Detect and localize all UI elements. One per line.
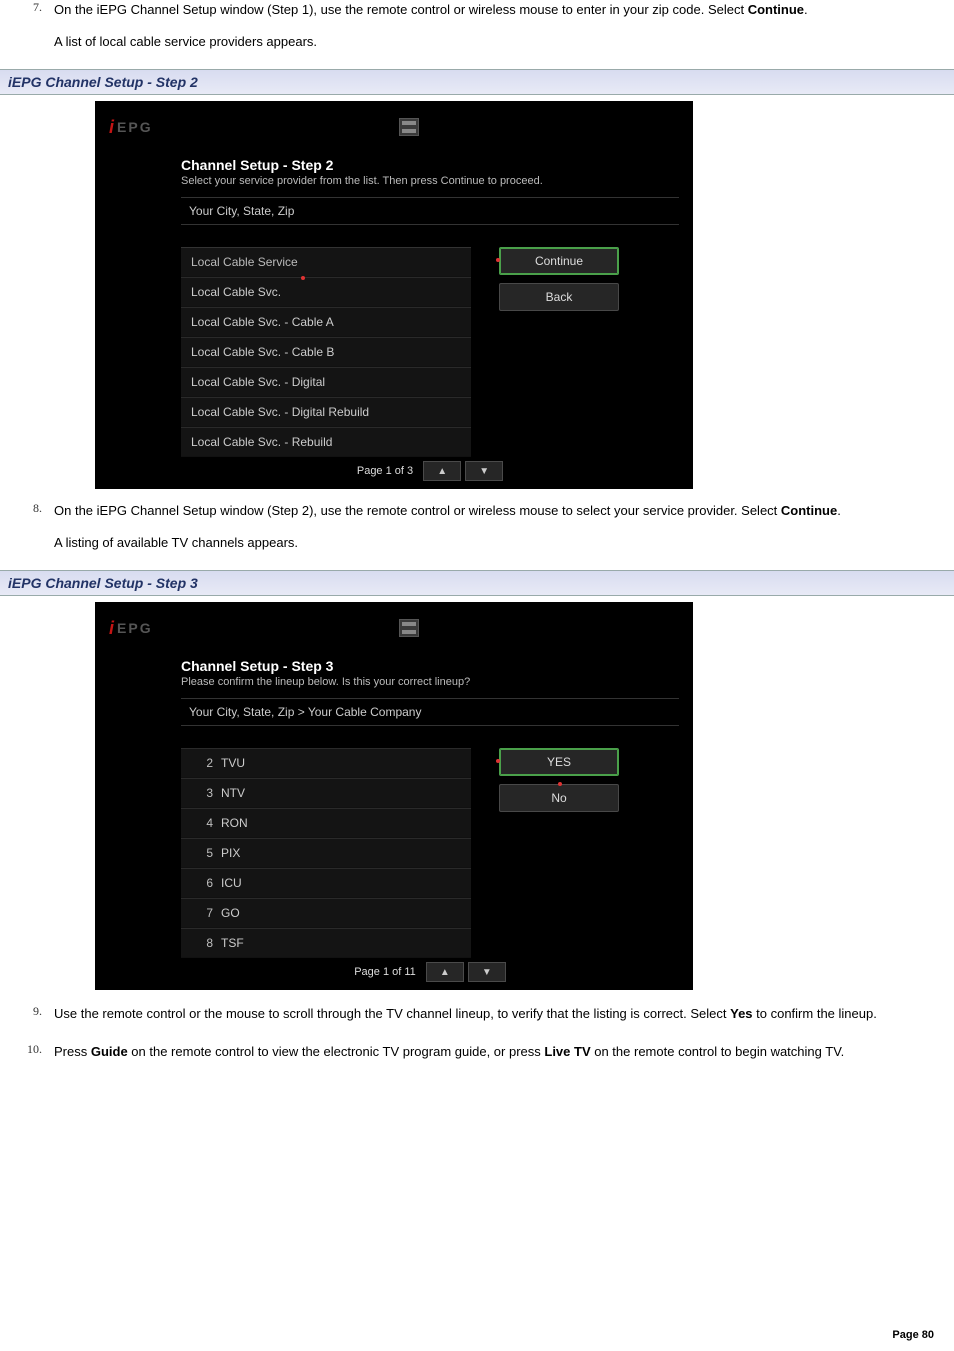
continue-button[interactable]: Continue bbox=[499, 247, 619, 275]
pager-up-button[interactable]: ▲ bbox=[426, 962, 464, 982]
step-text: On the iEPG Channel Setup window (Step 2… bbox=[54, 501, 944, 521]
channel-name: TSF bbox=[221, 936, 244, 950]
button-label: Continue bbox=[535, 254, 583, 268]
channel-item[interactable]: 2 TVU bbox=[181, 748, 471, 778]
channel-item[interactable]: 3 NTV bbox=[181, 778, 471, 808]
text-part: Use the remote control or the mouse to s… bbox=[54, 1006, 730, 1021]
section-header-step3: iEPG Channel Setup - Step 3 bbox=[0, 570, 954, 596]
channel-item[interactable]: 4 RON bbox=[181, 808, 471, 838]
panel3-breadcrumb: Your City, State, Zip > Your Cable Compa… bbox=[181, 698, 679, 726]
channel-num: 6 bbox=[191, 876, 213, 890]
pager-down-button[interactable]: ▼ bbox=[468, 962, 506, 982]
up-icon: ▲ bbox=[440, 967, 450, 978]
channel-item[interactable]: 6 ICU bbox=[181, 868, 471, 898]
step-8-follow: A listing of available TV channels appea… bbox=[54, 533, 944, 553]
channel-item[interactable]: 5 PIX bbox=[181, 838, 471, 868]
provider-item[interactable]: Local Cable Svc. - Rebuild bbox=[181, 427, 471, 457]
back-button[interactable]: Back bbox=[499, 283, 619, 311]
provider-item[interactable]: Local Cable Svc. - Cable B bbox=[181, 337, 471, 367]
channel-name: NTV bbox=[221, 786, 245, 800]
channel-name: PIX bbox=[221, 846, 240, 860]
text-part: on the remote control to begin watching … bbox=[591, 1044, 845, 1059]
step-8: 8. On the iEPG Channel Setup window (Ste… bbox=[10, 501, 944, 521]
panel2-breadcrumb: Your City, State, Zip bbox=[181, 197, 679, 225]
logo-epg: EPG bbox=[117, 620, 153, 636]
pager: Page 1 of 11 ▲ ▼ bbox=[181, 962, 679, 982]
channel-name: ICU bbox=[221, 876, 242, 890]
zap2it-icon bbox=[399, 118, 419, 136]
logo-i: i bbox=[109, 618, 116, 639]
down-icon: ▼ bbox=[479, 466, 489, 477]
text-part: . bbox=[837, 503, 841, 518]
bold-word: Continue bbox=[781, 503, 837, 518]
channel-num: 4 bbox=[191, 816, 213, 830]
pager-label: Page 1 of 11 bbox=[354, 966, 416, 978]
iepg-logo: iEPG bbox=[109, 117, 153, 138]
text-part: to confirm the lineup. bbox=[753, 1006, 877, 1021]
pager-up-button[interactable]: ▲ bbox=[423, 461, 461, 481]
bold-word: Yes bbox=[730, 1006, 752, 1021]
provider-item[interactable]: Local Cable Svc. - Cable A bbox=[181, 307, 471, 337]
step-text: Press Guide on the remote control to vie… bbox=[54, 1042, 944, 1062]
channel-num: 3 bbox=[191, 786, 213, 800]
step-9: 9. Use the remote control or the mouse t… bbox=[10, 1004, 944, 1024]
provider-list: Local Cable Service Local Cable Svc. Loc… bbox=[181, 247, 471, 457]
bold-word: Guide bbox=[91, 1044, 128, 1059]
channel-item[interactable]: 7 GO bbox=[181, 898, 471, 928]
channel-name: GO bbox=[221, 906, 240, 920]
iepg-panel-step2: iEPG Channel Setup - Step 2 Select your … bbox=[95, 101, 693, 489]
up-icon: ▲ bbox=[437, 466, 447, 477]
channel-list: 2 TVU 3 NTV 4 RON 5 PIX 6 ICU 7 GO 8 TSF bbox=[181, 748, 471, 958]
panel3-title: Channel Setup - Step 3 bbox=[181, 658, 679, 674]
pager-label: Page 1 of 3 bbox=[357, 465, 413, 477]
text-part: Press bbox=[54, 1044, 91, 1059]
text-part: on the remote control to view the electr… bbox=[128, 1044, 545, 1059]
step-10: 10. Press Guide on the remote control to… bbox=[10, 1042, 944, 1062]
channel-num: 7 bbox=[191, 906, 213, 920]
no-button[interactable]: No bbox=[499, 784, 619, 812]
provider-item[interactable]: Local Cable Svc. - Digital bbox=[181, 367, 471, 397]
step-7: 7. On the iEPG Channel Setup window (Ste… bbox=[10, 0, 944, 20]
bold-word: Live TV bbox=[544, 1044, 590, 1059]
provider-list-header: Local Cable Service bbox=[181, 247, 471, 277]
page-footer: Page 80 bbox=[0, 1329, 954, 1341]
text-part: On the iEPG Channel Setup window (Step 2… bbox=[54, 503, 781, 518]
yes-button[interactable]: YES bbox=[499, 748, 619, 776]
step-number: 10. bbox=[10, 1042, 54, 1057]
step-number: 9. bbox=[10, 1004, 54, 1019]
channel-num: 5 bbox=[191, 846, 213, 860]
logo-i: i bbox=[109, 117, 116, 138]
provider-item[interactable]: Local Cable Svc. - Digital Rebuild bbox=[181, 397, 471, 427]
bold-word: Continue bbox=[748, 2, 804, 17]
panel2-title: Channel Setup - Step 2 bbox=[181, 157, 679, 173]
channel-item[interactable]: 8 TSF bbox=[181, 928, 471, 958]
pager: Page 1 of 3 ▲ ▼ bbox=[181, 461, 679, 481]
channel-num: 2 bbox=[191, 756, 213, 770]
channel-name: RON bbox=[221, 816, 248, 830]
panel3-sub: Please confirm the lineup below. Is this… bbox=[181, 676, 679, 688]
step-7-follow: A list of local cable service providers … bbox=[54, 32, 944, 52]
provider-item[interactable]: Local Cable Svc. bbox=[181, 277, 471, 307]
step-text: Use the remote control or the mouse to s… bbox=[54, 1004, 944, 1024]
text-part: On the iEPG Channel Setup window (Step 1… bbox=[54, 2, 748, 17]
section-header-step2: iEPG Channel Setup - Step 2 bbox=[0, 69, 954, 95]
panel2-sub: Select your service provider from the li… bbox=[181, 175, 679, 187]
zap2it-icon bbox=[399, 619, 419, 637]
logo-epg: EPG bbox=[117, 119, 153, 135]
iepg-panel-step3: iEPG Channel Setup - Step 3 Please confi… bbox=[95, 602, 693, 990]
text-part: . bbox=[804, 2, 808, 17]
step-text: On the iEPG Channel Setup window (Step 1… bbox=[54, 0, 944, 20]
channel-name: TVU bbox=[221, 756, 245, 770]
step-number: 7. bbox=[10, 0, 54, 15]
step-number: 8. bbox=[10, 501, 54, 516]
iepg-logo: iEPG bbox=[109, 618, 153, 639]
down-icon: ▼ bbox=[482, 967, 492, 978]
button-label: No bbox=[551, 791, 566, 805]
channel-num: 8 bbox=[191, 936, 213, 950]
pager-down-button[interactable]: ▼ bbox=[465, 461, 503, 481]
button-label: YES bbox=[547, 755, 571, 769]
